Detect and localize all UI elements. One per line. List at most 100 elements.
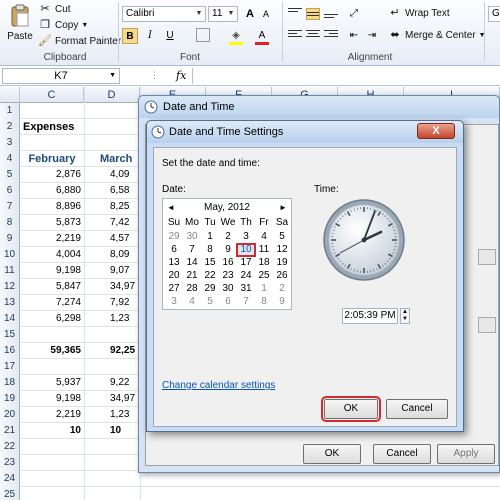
number-format-select[interactable]: Ge [488, 6, 500, 22]
row-header[interactable]: 10 [0, 247, 20, 263]
calendar-day[interactable]: 5 [201, 296, 219, 308]
align-left-icon[interactable] [288, 30, 302, 42]
calendar-day[interactable]: 16 [219, 257, 237, 269]
calendar-day[interactable]: 26 [273, 270, 291, 282]
cell-d[interactable]: 4,09 [84, 167, 142, 183]
hidden-button[interactable] [478, 317, 496, 333]
decrease-indent-icon[interactable]: ⇤ [346, 28, 362, 44]
format-painter-button[interactable]: 🖌 Format Painter [38, 34, 121, 48]
cell-d[interactable]: 8,25 [84, 199, 142, 215]
calendar-day[interactable]: 11 [255, 244, 273, 256]
row-header[interactable]: 7 [0, 199, 20, 215]
cell-c[interactable]: 6,298 [20, 311, 84, 327]
font-color-button[interactable]: A [254, 28, 270, 45]
cell-c[interactable]: 2,219 [20, 407, 84, 423]
cell-c[interactable]: 2,219 [20, 231, 84, 247]
row-header[interactable]: 16 [0, 343, 20, 359]
increase-indent-icon[interactable]: ⇥ [364, 28, 380, 44]
spin-down-icon[interactable]: ▼ [401, 316, 409, 323]
calendar-day[interactable]: 7 [183, 244, 201, 256]
cell-c[interactable]: 4,004 [20, 247, 84, 263]
cell-c[interactable]: February [20, 151, 84, 167]
cell-d[interactable] [84, 455, 142, 471]
calendar-day[interactable]: 8 [201, 244, 219, 256]
cell-d[interactable]: 34,97 [84, 391, 142, 407]
grow-font-button[interactable]: A [242, 6, 258, 22]
cell-d[interactable] [84, 135, 142, 151]
row-header[interactable]: 17 [0, 359, 20, 375]
calendar-day[interactable]: 1 [201, 231, 219, 243]
calendar-day[interactable]: 14 [183, 257, 201, 269]
cell-c[interactable]: 5,873 [20, 215, 84, 231]
hidden-button[interactable] [478, 249, 496, 265]
cell-d[interactable]: 7,42 [84, 215, 142, 231]
cell-d[interactable]: 1,23 [84, 407, 142, 423]
cell-d[interactable]: 6,58 [84, 183, 142, 199]
cell-c[interactable] [20, 455, 84, 471]
row-header[interactable]: 1 [0, 103, 20, 119]
calendar-day[interactable]: 1 [255, 283, 273, 295]
borders-button[interactable] [196, 28, 210, 42]
fill-color-button[interactable]: ◈ [228, 28, 244, 45]
calendar-day[interactable]: 2 [273, 283, 291, 295]
spin-up-icon[interactable]: ▲ [401, 309, 409, 316]
cell-c[interactable]: 10 [20, 423, 84, 439]
calendar-month[interactable]: May, 2012 [204, 202, 250, 213]
underline-button[interactable]: U [162, 28, 178, 44]
calendar-day[interactable]: 31 [237, 283, 255, 295]
row-header[interactable]: 25 [0, 487, 20, 500]
row-header[interactable]: 19 [0, 391, 20, 407]
cell-c[interactable] [20, 487, 84, 500]
row-header[interactable]: 14 [0, 311, 20, 327]
calendar-day[interactable]: 18 [255, 257, 273, 269]
cell-c[interactable] [20, 439, 84, 455]
align-right-icon[interactable] [324, 30, 338, 42]
cell-d[interactable]: 34,97 [84, 279, 142, 295]
select-all-corner[interactable] [0, 87, 20, 103]
cell-d[interactable]: 7,92 [84, 295, 142, 311]
cell-c[interactable]: 7,274 [20, 295, 84, 311]
row-header[interactable]: 24 [0, 471, 20, 487]
cell-c[interactable]: 6,880 [20, 183, 84, 199]
calendar-day[interactable]: 22 [201, 270, 219, 282]
cell-d[interactable]: 8,09 [84, 247, 142, 263]
calendar-day[interactable]: 15 [201, 257, 219, 269]
paste-button[interactable]: Paste [6, 4, 34, 42]
calendar-day[interactable]: 29 [165, 231, 183, 243]
cell-d[interactable] [84, 471, 142, 487]
row-header[interactable]: 15 [0, 327, 20, 343]
cell-d[interactable]: 1,23 [84, 311, 142, 327]
calendar-day[interactable]: 30 [183, 231, 201, 243]
cell-d[interactable]: 4,57 [84, 231, 142, 247]
calendar-day[interactable]: 6 [219, 296, 237, 308]
row-header[interactable]: 4 [0, 151, 20, 167]
outer-cancel-button[interactable]: Cancel [373, 444, 431, 464]
column-header[interactable]: C [20, 87, 84, 103]
cell-d[interactable]: March [84, 151, 142, 167]
calendar-day[interactable]: 23 [219, 270, 237, 282]
formula-input[interactable] [192, 68, 498, 84]
align-top-icon[interactable] [288, 8, 302, 20]
cell-c[interactable]: 2,876 [20, 167, 84, 183]
cell-c[interactable] [20, 359, 84, 375]
row-header[interactable]: 11 [0, 263, 20, 279]
row-header[interactable]: 2 [0, 119, 20, 135]
calendar-day[interactable]: 8 [255, 296, 273, 308]
cell-d[interactable]: 9,07 [84, 263, 142, 279]
cell-c[interactable]: 8,896 [20, 199, 84, 215]
font-name-select[interactable]: Calibri ▼ [122, 6, 206, 22]
row-header[interactable]: 20 [0, 407, 20, 423]
cell-d[interactable] [84, 103, 142, 119]
calendar-day[interactable]: 20 [165, 270, 183, 282]
calendar-day[interactable]: 17 [237, 257, 255, 269]
calendar-day[interactable]: 3 [237, 231, 255, 243]
calendar-day[interactable]: 13 [165, 257, 183, 269]
calendar-day[interactable]: 2 [219, 231, 237, 243]
row-header[interactable]: 18 [0, 375, 20, 391]
name-box[interactable]: K7 ▼ [2, 68, 120, 84]
bold-button[interactable]: B [122, 28, 138, 44]
calendar-day[interactable]: 27 [165, 283, 183, 295]
time-spinner[interactable]: ▲ ▼ [400, 308, 410, 324]
cut-button[interactable]: ✂ Cut [38, 2, 70, 16]
cancel-button[interactable]: Cancel [386, 399, 448, 419]
